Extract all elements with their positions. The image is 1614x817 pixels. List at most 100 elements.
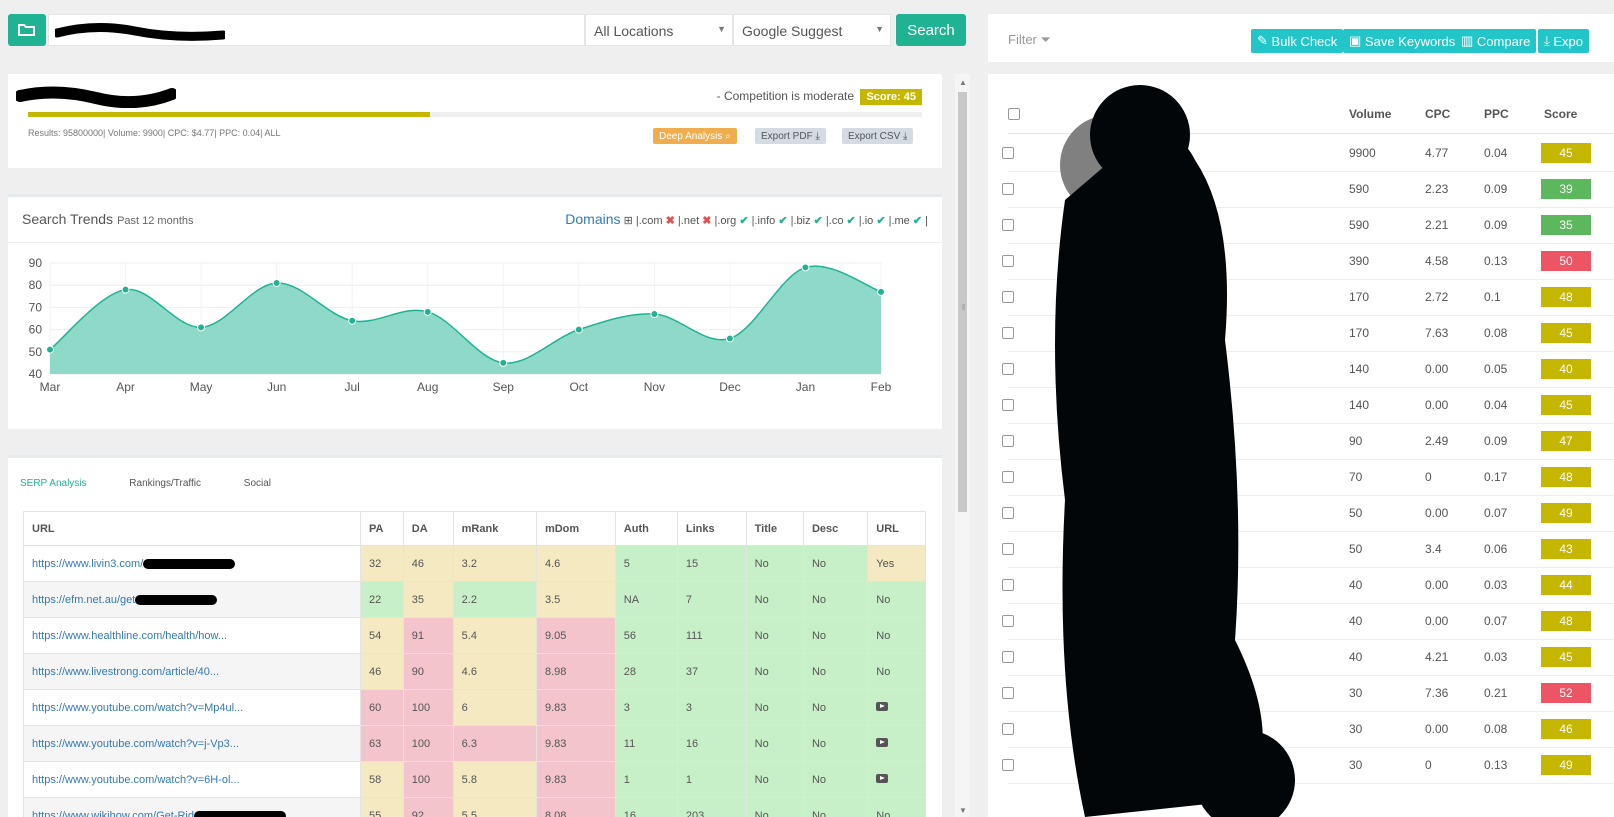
serp-col-mdom[interactable]: mDom: [535, 511, 616, 546]
keyword-cpc: 2.72: [1425, 290, 1449, 304]
serp-cell: 90: [402, 653, 454, 690]
serp-url-link[interactable]: https://www.youtube.com/watch?v=j-Vp3...: [23, 725, 361, 762]
keyword-cpc: 2.21: [1425, 218, 1449, 232]
domain-separator: |: [922, 215, 928, 227]
table-row: https://www.youtube.com/watch?v=Mp4ul...…: [23, 689, 926, 726]
location-select[interactable]: All Locations ▼: [585, 14, 733, 46]
serp-col-desc[interactable]: Desc: [802, 511, 869, 546]
redacted-keyword: [55, 22, 225, 41]
export-csv-label: Export CSV: [848, 130, 901, 142]
serp-url-link[interactable]: https://www.livestrong.com/article/40...: [23, 653, 361, 690]
keyword-volume: 30: [1349, 722, 1363, 736]
keyword-cpc: 0.00: [1425, 506, 1449, 520]
serp-col-pa[interactable]: PA: [360, 511, 404, 546]
source-select[interactable]: Google Suggest ▼: [733, 14, 891, 46]
row-checkbox[interactable]: [1002, 327, 1014, 339]
serp-cell: 100: [402, 725, 454, 762]
serp-url-link[interactable]: https://www.youtube.com/watch?v=6H-ol...: [23, 761, 361, 798]
keyword-score-badge: 39: [1541, 179, 1591, 199]
keyword-cpc: 0.00: [1425, 578, 1449, 592]
row-checkbox[interactable]: [1002, 147, 1014, 159]
scroll-down-icon[interactable]: ▼: [959, 806, 967, 815]
serp-cell: 9.83: [535, 761, 616, 798]
row-checkbox[interactable]: [1002, 435, 1014, 447]
row-checkbox[interactable]: [1002, 507, 1014, 519]
keyword-cpc: 7.63: [1425, 326, 1449, 340]
serp-col-url[interactable]: URL: [867, 511, 926, 546]
serp-cell: No: [867, 797, 926, 817]
serp-url-link[interactable]: https://efm.net.au/get: [23, 581, 361, 618]
filter-button[interactable]: Filter ⏷: [1008, 32, 1051, 48]
check-icon: ✔: [813, 215, 823, 227]
keyword-cpc: 7.36: [1425, 686, 1449, 700]
keyword-summary-panel: - Competition is moderate Score: 45 Resu…: [8, 74, 942, 168]
table-row: https://www.wikihow.com/Get-Rid 55 92 5.5 8.…: [23, 797, 926, 817]
serp-cell: No: [745, 617, 804, 654]
keyword-score-badge: 50: [1541, 251, 1591, 271]
row-checkbox[interactable]: [1002, 255, 1014, 267]
tab-social[interactable]: Social: [244, 478, 271, 489]
select-all-checkbox[interactable]: [1008, 108, 1020, 120]
keyword-volume: 70: [1349, 470, 1363, 484]
compare-button[interactable]: ▥ Compare: [1455, 29, 1537, 53]
col-volume[interactable]: Volume: [1349, 107, 1391, 121]
row-checkbox[interactable]: [1002, 651, 1014, 663]
tab-rankings-traffic[interactable]: Rankings/Traffic: [129, 478, 201, 489]
domains-title[interactable]: Domains: [565, 211, 620, 227]
serp-col-auth[interactable]: Auth: [614, 511, 678, 546]
x-tick-label: Jun: [267, 380, 286, 394]
row-checkbox[interactable]: [1002, 615, 1014, 627]
row-checkbox[interactable]: [1002, 363, 1014, 375]
serp-col-title[interactable]: Title: [745, 511, 804, 546]
search-button[interactable]: Search: [896, 14, 966, 46]
serp-url-link[interactable]: https://www.youtube.com/watch?v=Mp4ul...: [23, 689, 361, 726]
tab-serp-analysis[interactable]: SERP Analysis: [20, 478, 87, 489]
open-folder-button[interactable]: [8, 14, 46, 46]
row-checkbox[interactable]: [1002, 399, 1014, 411]
export-button[interactable]: ⤓ Expo: [1538, 29, 1590, 53]
trend-point: [725, 334, 734, 343]
serp-url-text: https://www.livestrong.com/article/40...: [32, 665, 220, 678]
left-scrollbar[interactable]: ▲ ▼: [955, 74, 970, 817]
keyword-score-badge: 43: [1541, 539, 1591, 559]
row-checkbox[interactable]: [1002, 759, 1014, 771]
serp-col-links[interactable]: Links: [676, 511, 747, 546]
serp-cell: 1: [614, 761, 678, 798]
save-keywords-button[interactable]: ▣ Save Keywords: [1343, 29, 1462, 53]
row-checkbox[interactable]: [1002, 579, 1014, 591]
serp-url-link[interactable]: https://www.livin3.com/: [23, 545, 361, 582]
keyword-score-badge: 40: [1541, 359, 1591, 379]
search-trends-chart: 40 50 60 70 80 90 Mar Apr May Jun Jul Aug Sep Oct Nov D…: [29, 256, 892, 394]
table-row: https://www.youtube.com/watch?v=j-Vp3...…: [23, 725, 926, 762]
keyword-input[interactable]: [48, 14, 585, 46]
scroll-thumb[interactable]: [958, 92, 967, 512]
export-pdf-button[interactable]: Export PDF ⤓: [755, 128, 826, 144]
row-checkbox[interactable]: [1002, 183, 1014, 195]
row-checkbox[interactable]: [1002, 291, 1014, 303]
col-ppc[interactable]: PPC: [1484, 107, 1509, 121]
keyword-score-badge: 52: [1541, 683, 1591, 703]
plus-square-icon[interactable]: ⊞: [624, 215, 633, 227]
export-csv-button[interactable]: Export CSV ⤓: [842, 128, 914, 144]
keyword-ppc: 0.21: [1484, 686, 1508, 700]
row-checkbox[interactable]: [1002, 687, 1014, 699]
download-icon: ⤓: [815, 130, 820, 142]
row-checkbox[interactable]: [1002, 543, 1014, 555]
serp-col-mrank[interactable]: mRank: [452, 511, 537, 546]
keyword-ppc: 0.05: [1484, 362, 1508, 376]
x-tick-label: Apr: [116, 380, 135, 394]
row-checkbox[interactable]: [1002, 723, 1014, 735]
resize-grip-icon[interactable]: ⦀: [962, 303, 966, 313]
serp-url-link[interactable]: https://www.healthline.com/health/how...: [23, 617, 361, 654]
bulk-check-button[interactable]: ✎ Bulk Check: [1251, 29, 1344, 53]
row-checkbox[interactable]: [1002, 219, 1014, 231]
deep-analysis-button[interactable]: Deep Analysis ⌕: [653, 128, 737, 144]
serp-cell: 3.2: [452, 545, 537, 582]
scroll-up-icon[interactable]: ▲: [959, 78, 967, 87]
serp-col-da[interactable]: DA: [402, 511, 454, 546]
row-checkbox[interactable]: [1002, 471, 1014, 483]
serp-url-link[interactable]: https://www.wikihow.com/Get-Rid: [23, 797, 361, 817]
col-cpc[interactable]: CPC: [1425, 107, 1450, 121]
serp-col-url[interactable]: URL: [23, 511, 361, 546]
col-score[interactable]: Score: [1544, 107, 1577, 121]
